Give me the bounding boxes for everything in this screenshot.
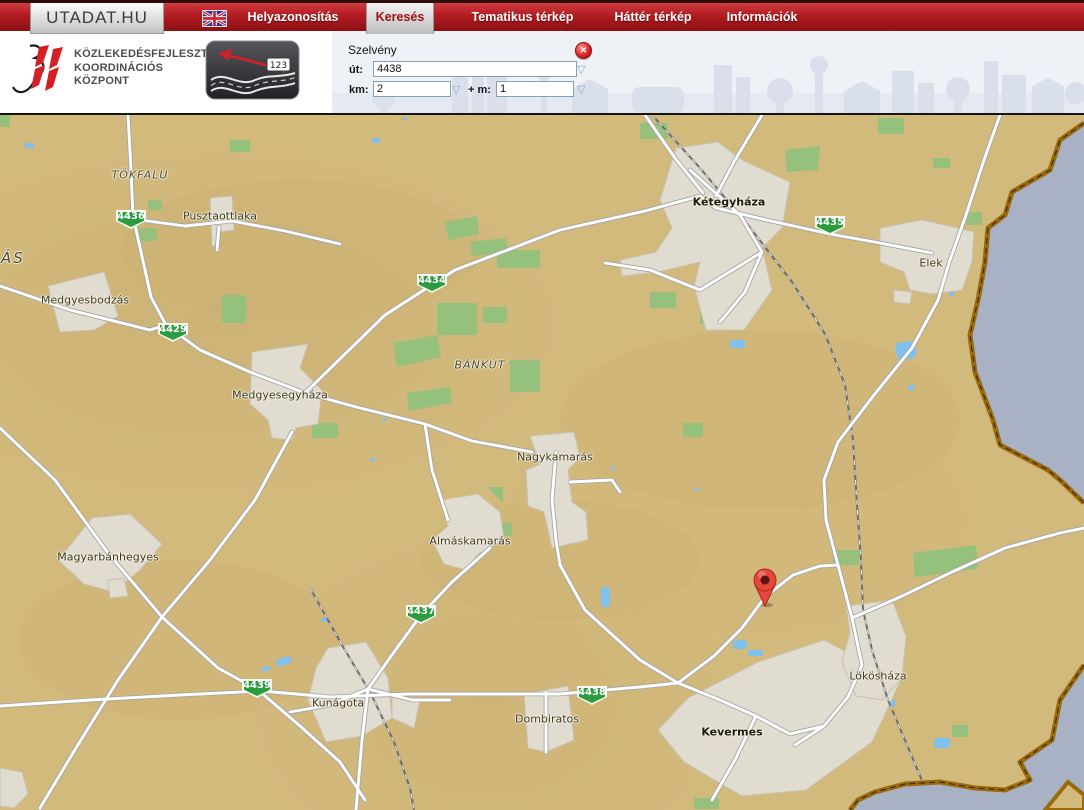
map-label-almaskamaras: Almáskamarás	[429, 535, 510, 548]
tab-kereses[interactable]: Keresés	[366, 3, 434, 34]
map-label-nagykamaras: Nagykamarás	[517, 451, 593, 464]
map-label-tokfalu: TÖKFALU	[112, 169, 169, 182]
kkk-logo-icon	[8, 41, 68, 99]
tab-helyazonositas[interactable]: Helyazonosítás	[243, 3, 343, 31]
main-nav: UTADAT.HU Helyazonosítás Keresés Tematik…	[0, 3, 1084, 32]
road-field-label: út:	[349, 64, 363, 76]
org-line-1: KÖZLEKEDÉSFEJLESZTÉSI	[74, 48, 226, 62]
km-dropdown-icon[interactable]: ▽	[452, 84, 460, 96]
m-dropdown-icon[interactable]: ▽	[577, 84, 585, 96]
map-label-medgyesegyhaza: Medgyesegyháza	[232, 389, 328, 402]
map-label-elek: Elek	[919, 257, 942, 270]
map-label-magyarbanhegyes: Magyarbánhegyes	[57, 551, 158, 564]
tab-tematikus-terkep[interactable]: Tematikus térkép	[455, 3, 590, 31]
map-label-kevermes: Kevermes	[701, 726, 762, 739]
map-canvas[interactable]: TÖKFALU Pusztaottlaka DZÁS Medgyesbodzás…	[0, 115, 1084, 810]
org-line-3: KÖZPONT	[74, 75, 226, 89]
header-band: KÖZLEKEDÉSFEJLESZTÉSI KOORDINÁCIÓS KÖZPO…	[0, 31, 1084, 115]
road-dropdown-icon[interactable]: ▽	[577, 64, 585, 76]
close-icon[interactable]: ✕	[575, 42, 592, 59]
map-label-bodzas-fragment: DZÁS	[0, 249, 25, 267]
m-input[interactable]	[496, 81, 574, 97]
map-label-ketegyhaza: Kétegyháza	[693, 196, 766, 209]
org-line-2: KOORDINÁCIÓS	[74, 62, 226, 76]
location-marker-pin[interactable]	[754, 569, 776, 607]
map-label-kunagota: Kunágota	[312, 697, 364, 710]
km-input[interactable]	[373, 81, 451, 97]
map-label-lokoshaza: Lökösháza	[849, 670, 906, 683]
uk-flag-icon[interactable]	[202, 10, 227, 27]
km-field-label: km:	[349, 84, 369, 96]
thumb-sign-123: 123	[270, 61, 287, 71]
form-title: Szelvény	[348, 43, 397, 57]
utadat-page: UTADAT.HU Helyazonosítás Keresés Tematik…	[0, 0, 1084, 810]
map-label-pusztaottlaka: Pusztaottlaka	[183, 210, 257, 223]
tab-hatter-terkep[interactable]: Háttér térkép	[603, 3, 703, 31]
m-field-label: + m:	[468, 84, 491, 96]
road-input[interactable]	[373, 61, 577, 77]
org-name: KÖZLEKEDÉSFEJLESZTÉSI KOORDINÁCIÓS KÖZPO…	[74, 48, 226, 89]
brand-logo-box[interactable]: UTADAT.HU	[30, 3, 164, 34]
tab-informaciok[interactable]: Információk	[714, 3, 810, 31]
map-label-dombiratos: Dombiratos	[515, 713, 579, 726]
map-label-medgyesbodzas: Medgyesbodzás	[41, 294, 129, 307]
road-section-thumbnail[interactable]: 123	[205, 40, 300, 100]
map-label-bankut: BÁNKÚT	[454, 359, 505, 372]
